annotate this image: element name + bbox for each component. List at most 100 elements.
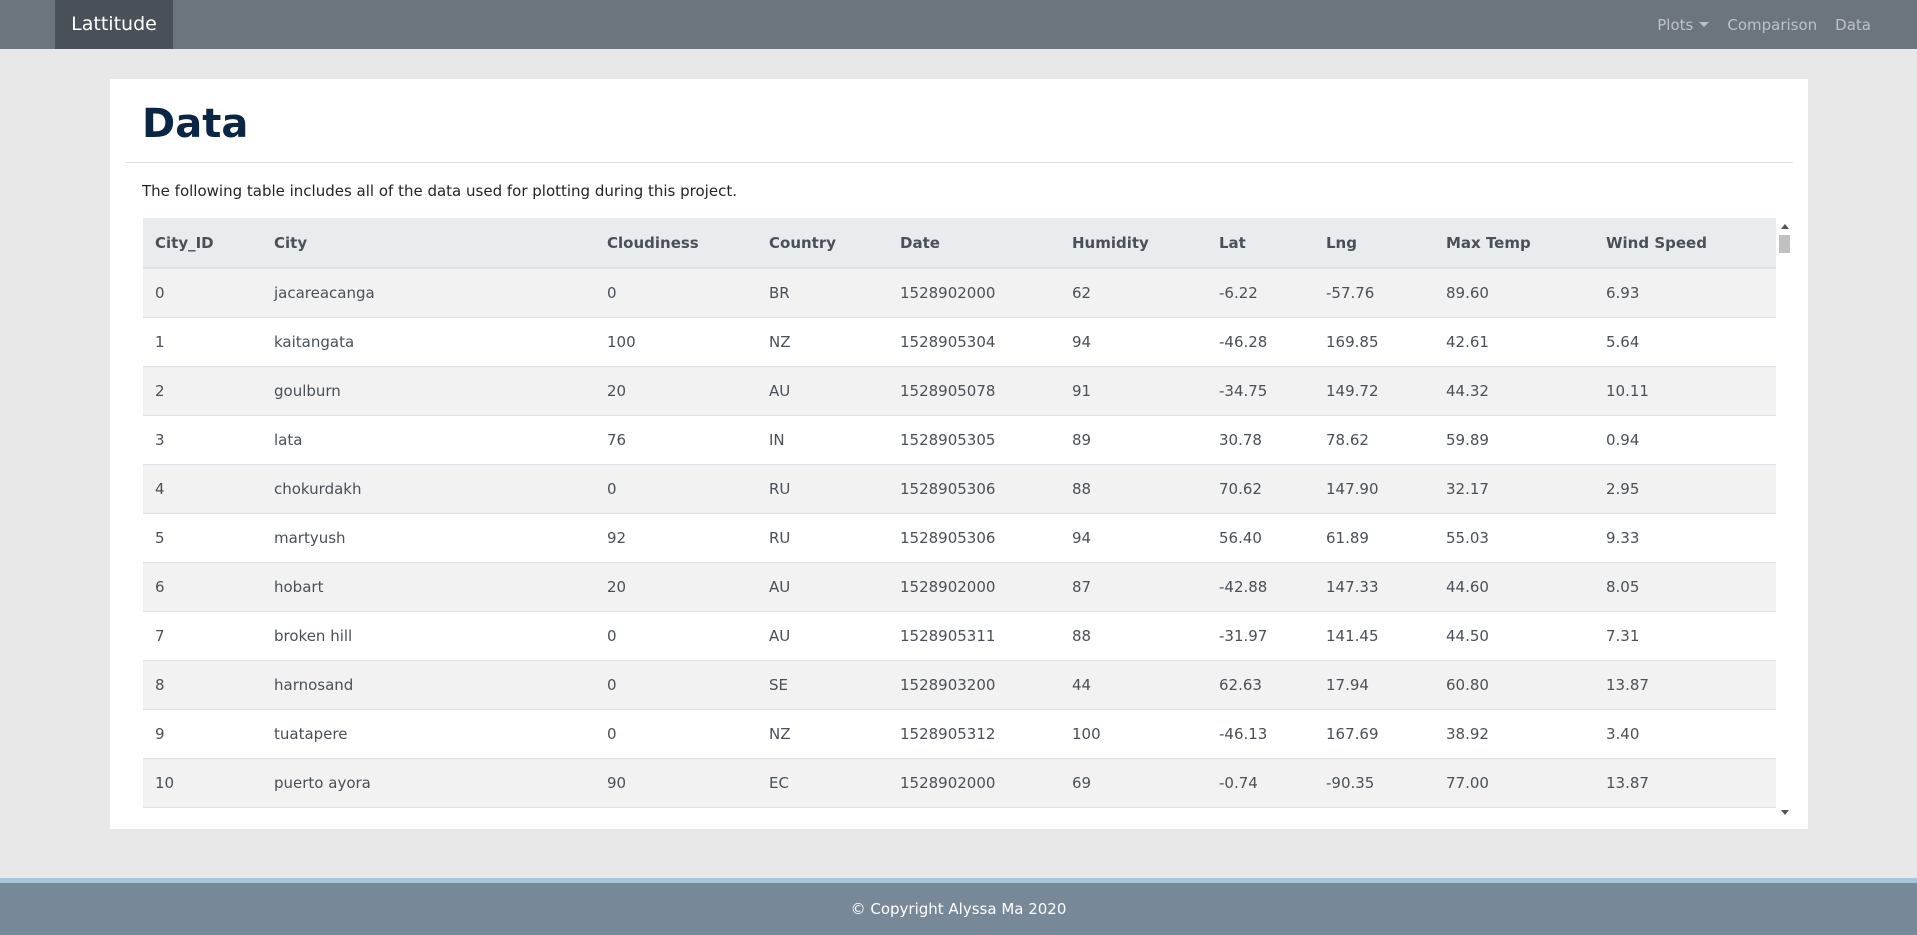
table-cell: 87 xyxy=(1072,577,1092,596)
table-cell: 0 xyxy=(607,283,617,302)
table-row: 5 martyush 92 RU 1528905306 94 56.40 61.89 55.03… xyxy=(143,513,1776,562)
vertical-scrollbar[interactable] xyxy=(1776,218,1793,821)
table-cell: 44.50 xyxy=(1446,626,1489,645)
table-cell: 56.40 xyxy=(1219,528,1262,547)
table-cell: AU xyxy=(769,381,791,400)
nav-data[interactable]: Data xyxy=(1835,16,1871,34)
table-cell: 1528905312 xyxy=(900,724,996,743)
table-cell: 70.62 xyxy=(1219,479,1262,498)
table-row: 1 kaitangata 100 NZ 1528905304 94 -46.28 169.85… xyxy=(143,317,1776,366)
table-cell: 92 xyxy=(607,528,627,547)
table-cell: 13.87 xyxy=(1606,675,1649,694)
table-cell: 10.11 xyxy=(1606,381,1649,400)
scroll-down-arrow-icon[interactable] xyxy=(1781,810,1789,815)
table-cell: 0 xyxy=(155,283,165,302)
table-cell: -6.22 xyxy=(1219,283,1258,302)
table-row: 3 lata 76 IN 1528905305 89 30.78 78.62 59.89 0.94 xyxy=(143,415,1776,464)
table-cell: 0 xyxy=(607,626,617,645)
table-cell: kaitangata xyxy=(274,332,355,351)
column-header: Country xyxy=(757,218,888,269)
table-cell: 4 xyxy=(155,479,165,498)
table-cell: AU xyxy=(769,626,791,645)
table-cell: 0 xyxy=(607,724,617,743)
content-card: Data The following table includes all of… xyxy=(110,79,1808,829)
table-cell: -34.75 xyxy=(1219,381,1268,400)
nav-plots-dropdown[interactable]: Plots xyxy=(1657,16,1710,34)
table-cell: 30.78 xyxy=(1219,430,1262,449)
table-cell: -57.76 xyxy=(1326,283,1375,302)
table-cell: 1528903200 xyxy=(900,675,996,694)
table-cell: 9.33 xyxy=(1606,528,1640,547)
table-cell: 1528902000 xyxy=(900,283,996,302)
table-cell: 88 xyxy=(1072,626,1092,645)
scroll-up-arrow-icon[interactable] xyxy=(1781,224,1789,229)
table-cell: 0 xyxy=(607,479,617,498)
table-row: 0 jacareacanga 0 BR 1528902000 62 -6.22 -57.76 8… xyxy=(143,268,1776,317)
copyright-text: © Copyright Alyssa Ma 2020 xyxy=(850,900,1067,918)
table-cell: 1528905305 xyxy=(900,430,996,449)
table-cell: 94 xyxy=(1072,528,1092,547)
table-cell: 55.03 xyxy=(1446,528,1489,547)
table-cell: 2.95 xyxy=(1606,479,1640,498)
table-cell: 89 xyxy=(1072,430,1092,449)
column-header: City xyxy=(262,218,595,269)
table-cell: NZ xyxy=(769,724,791,743)
column-header: City_ID xyxy=(143,218,262,269)
table-cell: -0.74 xyxy=(1219,773,1258,792)
table-cell: 1528902000 xyxy=(900,773,996,792)
table-row: 6 hobart 20 AU 1528902000 87 -42.88 147.33 44.60… xyxy=(143,562,1776,611)
table-cell: BR xyxy=(769,283,790,302)
table-cell: 0.94 xyxy=(1606,430,1640,449)
table-cell: jacareacanga xyxy=(274,283,375,302)
table-cell: RU xyxy=(769,528,791,547)
table-cell: 78.62 xyxy=(1326,430,1369,449)
table-header-row: City_ID City Cloudiness Country Date Humidity… xyxy=(143,218,1776,269)
table-cell: puerto ayora xyxy=(274,773,371,792)
table-cell: IN xyxy=(769,430,785,449)
table-cell: 1528902000 xyxy=(900,577,996,596)
table-cell: 141.45 xyxy=(1326,626,1379,645)
table-cell: 6 xyxy=(155,577,165,596)
table-cell: 8 xyxy=(155,675,165,694)
nav-comparison[interactable]: Comparison xyxy=(1727,16,1817,34)
table-cell: 20 xyxy=(607,577,627,596)
table-cell: 20 xyxy=(607,381,627,400)
table-cell: -31.97 xyxy=(1219,626,1268,645)
table-cell: 32.17 xyxy=(1446,479,1489,498)
table-cell: 88 xyxy=(1072,479,1092,498)
column-header: Wind Speed xyxy=(1594,218,1776,269)
table-cell: RU xyxy=(769,479,791,498)
divider xyxy=(125,162,1793,163)
table-cell: 90 xyxy=(607,773,627,792)
footer: © Copyright Alyssa Ma 2020 xyxy=(0,883,1917,935)
table-cell: 0 xyxy=(607,675,617,694)
table-cell: 76 xyxy=(607,430,627,449)
table-cell: tuatapere xyxy=(274,724,348,743)
table-cell: NZ xyxy=(769,332,791,351)
column-header: Date xyxy=(888,218,1060,269)
table-cell: 147.90 xyxy=(1326,479,1379,498)
table-row: 8 harnosand 0 SE 1528903200 44 62.63 17.94 60.80… xyxy=(143,660,1776,709)
table-cell: 8.05 xyxy=(1606,577,1640,596)
table-scroll-container[interactable]: City_ID City Cloudiness Country Date Humidity… xyxy=(143,218,1793,821)
scrollbar-thumb[interactable] xyxy=(1779,235,1790,253)
brand-link[interactable]: Lattitude xyxy=(55,0,173,49)
table-cell: 77.00 xyxy=(1446,773,1489,792)
table-row: 7 broken hill 0 AU 1528905311 88 -31.97 141.45 4… xyxy=(143,611,1776,660)
table-cell: broken hill xyxy=(274,626,353,645)
table-cell: AU xyxy=(769,577,791,596)
data-table: City_ID City Cloudiness Country Date Humidity… xyxy=(143,218,1776,808)
intro-text: The following table includes all of the … xyxy=(142,182,737,200)
table-cell: -42.88 xyxy=(1219,577,1268,596)
column-header: Humidity xyxy=(1060,218,1207,269)
table-cell: martyush xyxy=(274,528,346,547)
nav-links: Plots Comparison Data xyxy=(1657,0,1871,49)
table-cell: 61.89 xyxy=(1326,528,1369,547)
table-cell: 1528905078 xyxy=(900,381,996,400)
table-cell: 7.31 xyxy=(1606,626,1640,645)
table-cell: 5 xyxy=(155,528,165,547)
table-cell: 5.64 xyxy=(1606,332,1640,351)
table-row: 10 puerto ayora 90 EC 1528902000 69 -0.74 -90.3… xyxy=(143,758,1776,807)
table-cell: 69 xyxy=(1072,773,1092,792)
table-cell: 7 xyxy=(155,626,165,645)
